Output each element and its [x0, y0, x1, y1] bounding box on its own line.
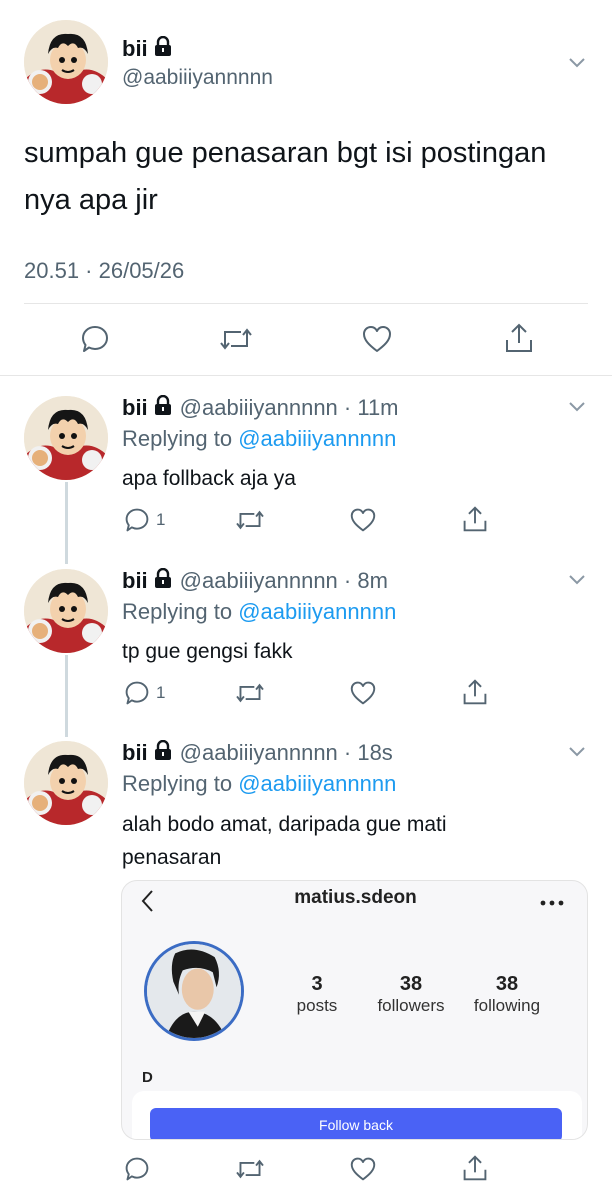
reply-button[interactable]: 1 [124, 507, 165, 533]
reply-count: 1 [156, 683, 166, 702]
avatar[interactable] [24, 741, 108, 825]
mention-link[interactable]: @aabiiiyannnnn [238, 426, 396, 451]
reply-count: 1 [156, 510, 166, 529]
stat-number: 3 [311, 973, 323, 995]
avatar[interactable] [24, 569, 108, 653]
reply-button[interactable] [124, 1156, 150, 1182]
reply-header: bii @aabiiiyannnnn · 11m [122, 394, 399, 421]
more-icon [540, 893, 564, 911]
author-name[interactable]: bii [122, 35, 172, 62]
share-icon[interactable] [462, 505, 488, 538]
lock-icon [154, 35, 172, 62]
author-handle[interactable]: @aabiiiyannnnn [122, 66, 273, 90]
reply-icon [124, 507, 150, 533]
share-icon[interactable] [462, 1154, 488, 1187]
like-icon[interactable] [361, 324, 393, 359]
lock-icon [154, 739, 172, 766]
chevron-down-icon[interactable] [568, 745, 586, 763]
reply-icon [124, 680, 150, 706]
replying-to: Replying to @aabiiiyannnnn [122, 771, 396, 797]
stat-posts: 3 posts [282, 973, 352, 1016]
replying-prefix: Replying to [122, 599, 233, 624]
retweet-icon[interactable] [235, 1156, 265, 1187]
tweet-text: sumpah gue penasaran bgt isi postingan n… [24, 137, 547, 216]
avatar[interactable] [24, 396, 108, 480]
reply-icon[interactable] [80, 324, 110, 359]
reply-text: tp gue gengsi fakk [122, 640, 293, 663]
stat-label: following [473, 996, 541, 1015]
stat-label: followers [377, 996, 445, 1015]
author-handle[interactable]: @aabiiiyannnnn · 8m [180, 568, 388, 594]
mention-link[interactable]: @aabiiiyannnnn [238, 771, 396, 796]
author-name[interactable]: bii [122, 395, 148, 421]
replying-to: Replying to @aabiiiyannnnn [122, 599, 396, 625]
reply-header: bii @aabiiiyannnnn · 8m [122, 567, 388, 594]
retweet-icon[interactable] [219, 324, 253, 359]
like-icon[interactable] [349, 680, 377, 711]
embedded-image[interactable]: matius.sdeon 3 posts 38 followers 38 fol… [121, 880, 588, 1140]
lock-icon [154, 394, 172, 421]
replying-prefix: Replying to [122, 426, 233, 451]
stat-number: 38 [495, 973, 519, 995]
reply-text: apa follback aja ya [122, 467, 296, 490]
reply-button[interactable]: 1 [124, 680, 165, 706]
avatar[interactable] [24, 20, 108, 104]
like-icon[interactable] [349, 507, 377, 538]
author-handle[interactable]: @aabiiiyannnnn · 11m [180, 395, 399, 421]
profile-display-name: D [142, 1069, 153, 1086]
stat-label: posts [296, 996, 338, 1015]
profile-picture [144, 941, 244, 1041]
tweet-timestamp[interactable]: 20.51 · 26/05/26 [24, 258, 184, 284]
chevron-down-icon[interactable] [568, 56, 586, 74]
retweet-icon[interactable] [235, 680, 265, 711]
author-name[interactable]: bii [122, 568, 148, 594]
chevron-down-icon[interactable] [568, 400, 586, 418]
share-icon[interactable] [504, 322, 534, 359]
reply-text: alah bodo amat, daripada gue mati penasa… [122, 813, 447, 869]
share-icon[interactable] [462, 678, 488, 711]
like-icon[interactable] [349, 1156, 377, 1187]
lock-icon [154, 567, 172, 594]
retweet-icon[interactable] [235, 507, 265, 538]
profile-username: matius.sdeon [294, 887, 417, 908]
thread-line [65, 655, 68, 737]
divider [24, 303, 588, 304]
stat-followers: 38 followers [370, 973, 452, 1016]
stat-number: 38 [399, 973, 423, 995]
author-handle[interactable]: @aabiiiyannnnn · 18s [180, 740, 393, 766]
replying-prefix: Replying to [122, 771, 233, 796]
divider [0, 375, 612, 376]
replying-to: Replying to @aabiiiyannnnn [122, 426, 396, 452]
mention-link[interactable]: @aabiiiyannnnn [238, 599, 396, 624]
thread-line [65, 482, 68, 564]
chevron-down-icon[interactable] [568, 573, 586, 591]
reply-header: bii @aabiiiyannnnn · 18s [122, 739, 393, 766]
follow-back-button: Follow back [150, 1108, 562, 1139]
author-name[interactable]: bii [122, 740, 148, 766]
stat-following: 38 following [466, 973, 548, 1016]
reply-icon [124, 1156, 150, 1182]
author-name-text: bii [122, 36, 148, 61]
